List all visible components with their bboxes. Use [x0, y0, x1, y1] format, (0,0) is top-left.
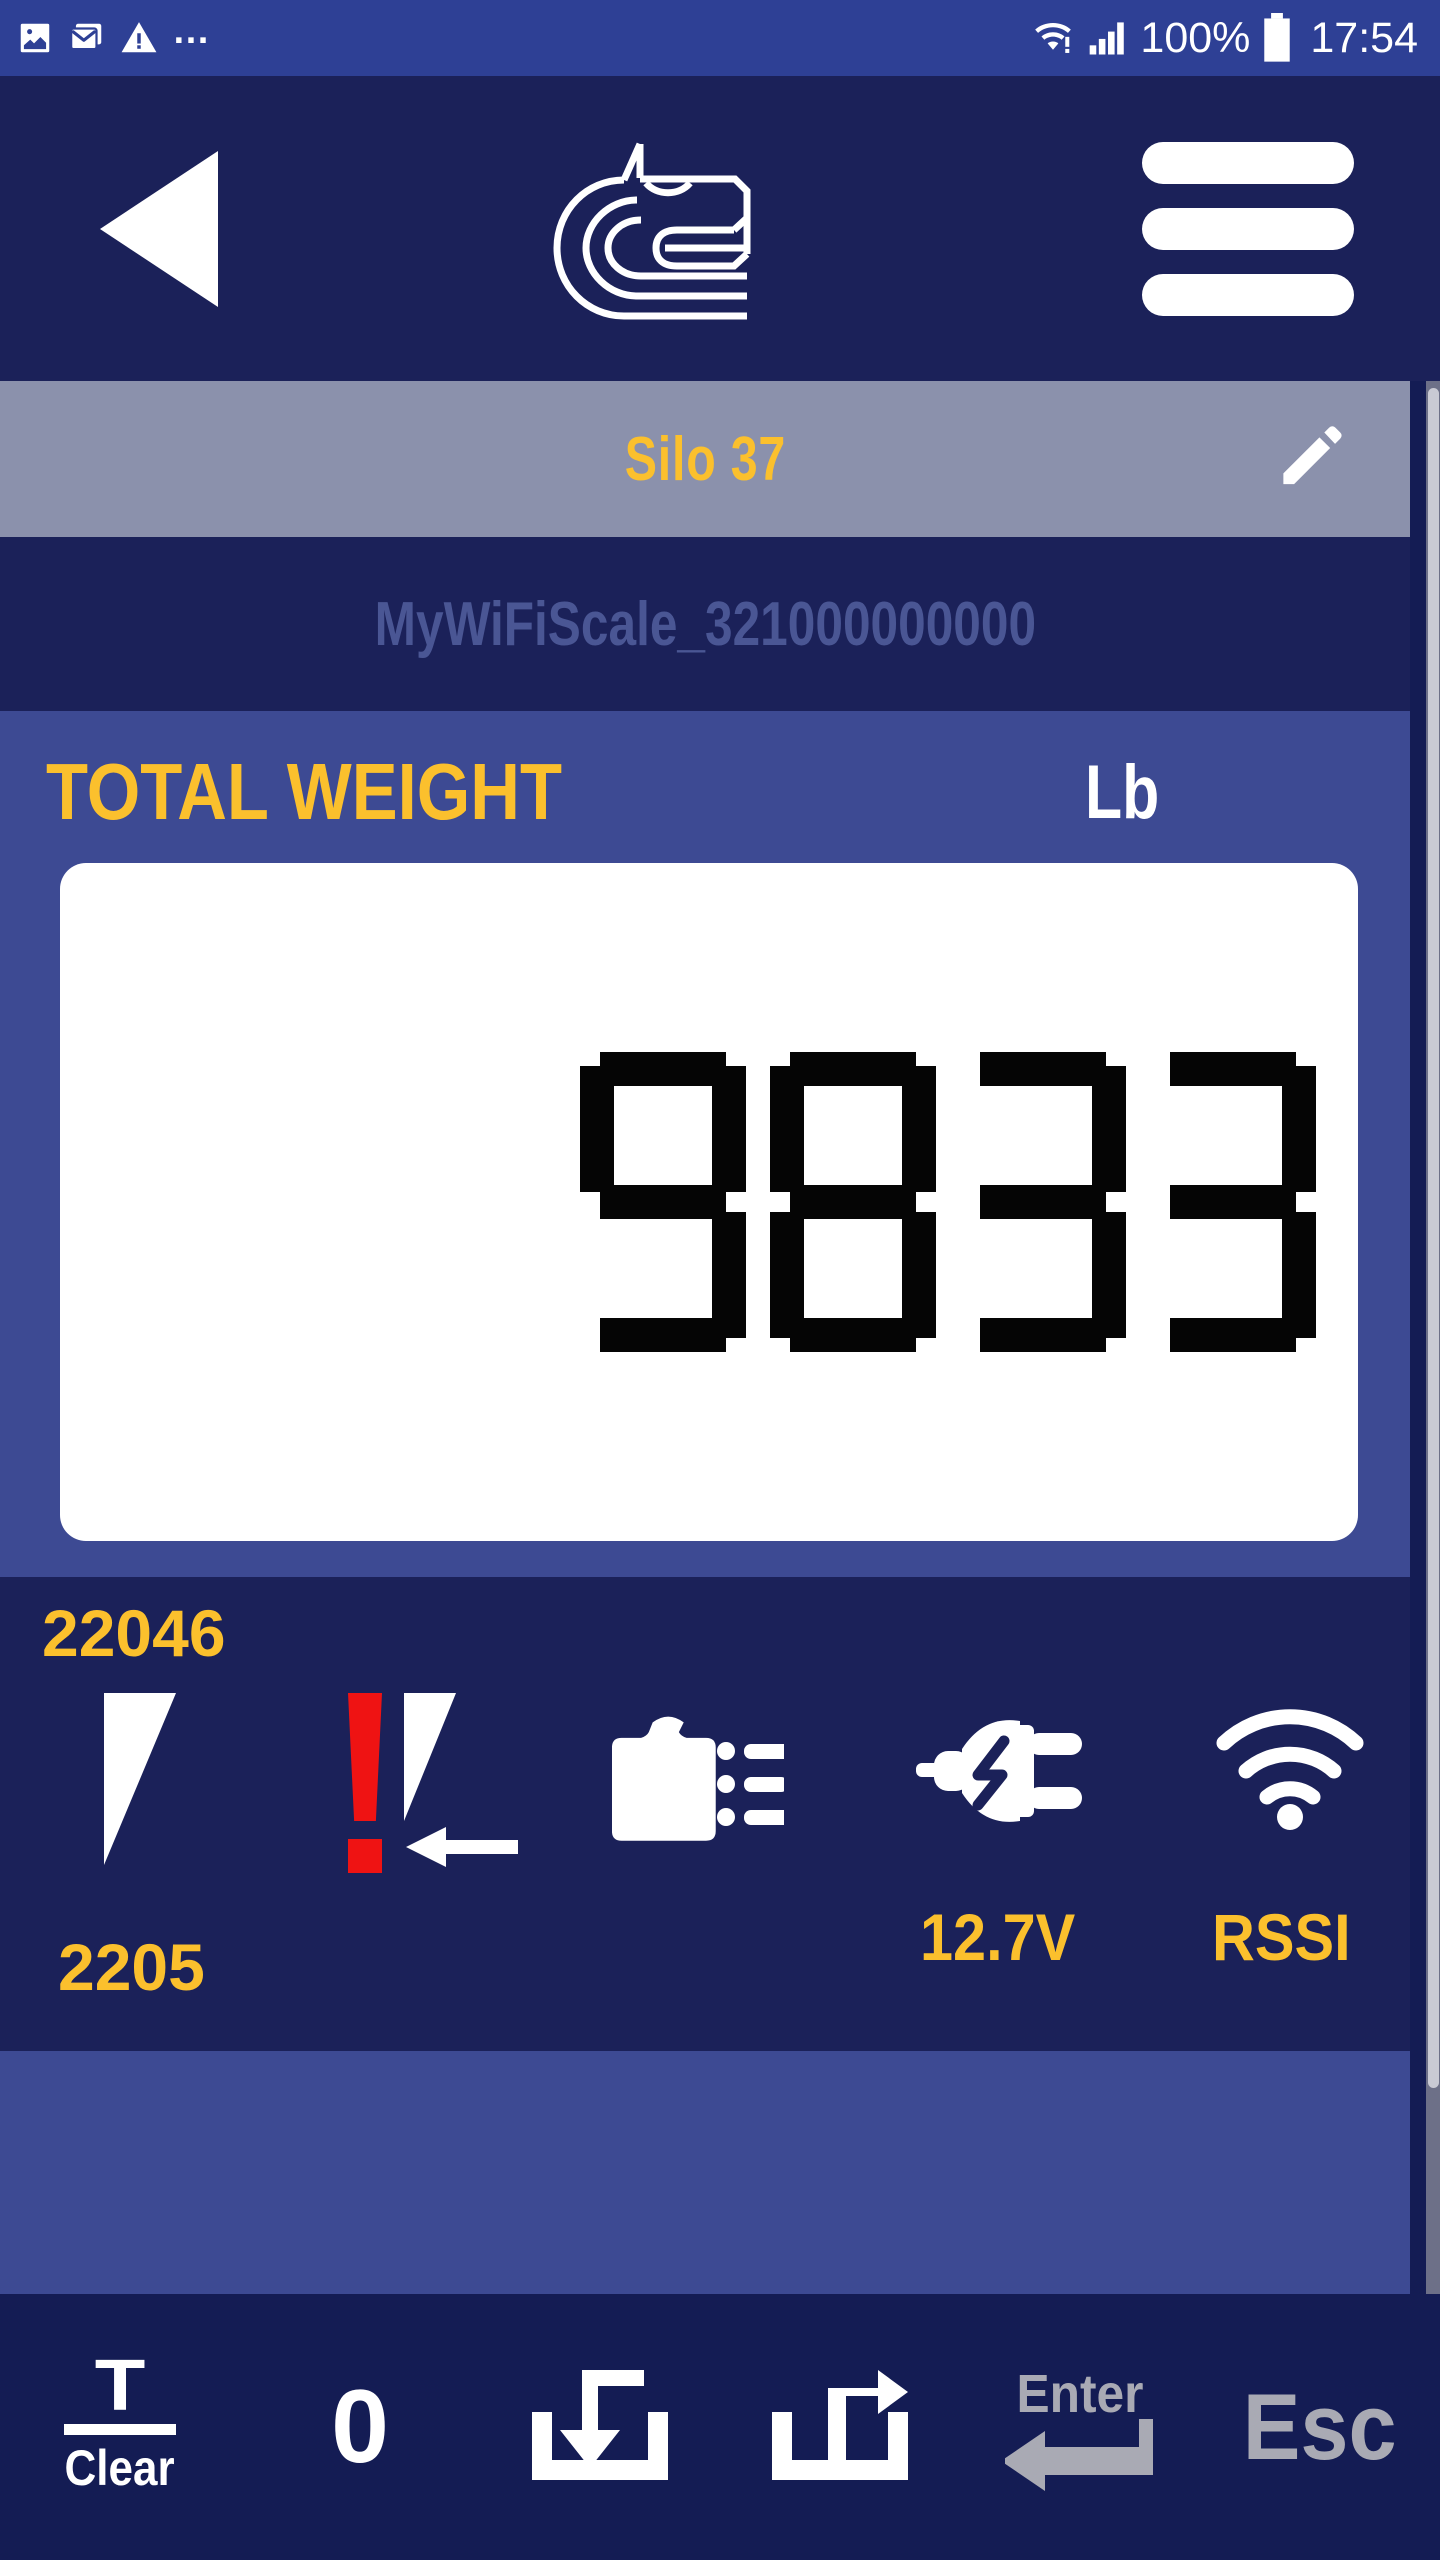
back-triangle-icon[interactable]	[100, 150, 218, 307]
export-out-of-box-icon	[772, 2370, 908, 2480]
status-icon-row: 22046 2205 12.7V RSSI	[0, 1577, 1410, 2051]
calibration-weight-list-icon[interactable]	[611, 1697, 798, 1852]
import-button[interactable]	[480, 2294, 720, 2560]
device-name-label: MyWiFiScale_321000000000	[374, 589, 1036, 659]
escape-button[interactable]: Esc	[1200, 2294, 1440, 2560]
pencil-edit-icon[interactable]	[1272, 418, 1350, 501]
tare-t-glyph: T	[94, 2345, 146, 2426]
enter-label: Enter	[1016, 2364, 1144, 2424]
lcd-digit-3	[1150, 1052, 1316, 1352]
weight-panel-header: TOTAL WEIGHT Lb	[0, 737, 1410, 847]
capacity-max-value: 22046	[42, 1596, 226, 1670]
hamburger-menu-icon[interactable]	[1142, 141, 1354, 316]
capacity-min-value: 2205	[58, 1930, 205, 2004]
system-status-bar: … 100% 17:54	[0, 0, 1440, 76]
wifi-signal-icon[interactable]	[1212, 1705, 1368, 1836]
battery-percent-label: 100%	[1140, 13, 1251, 62]
battery-voltage-label: 12.7V	[920, 1900, 1076, 1974]
cellular-signal-icon	[1090, 22, 1125, 55]
lcd-digit-2	[960, 1052, 1126, 1352]
alarm-wedge-shape	[404, 1693, 456, 1821]
wifi-exclamation-icon	[1035, 23, 1072, 53]
zero-button[interactable]: 0	[240, 2294, 480, 2560]
status-bar-system-icons: 100% 17:54	[1030, 13, 1418, 63]
status-overflow-dots: …	[172, 9, 212, 52]
app-header-bar	[0, 76, 1440, 381]
vertical-scrollbar-thumb[interactable]	[1428, 388, 1439, 2088]
power-plug-icon[interactable]	[916, 1709, 1094, 1838]
escape-label: Esc	[1243, 2374, 1397, 2479]
warning-icon	[121, 22, 157, 53]
lcd-digit-group	[580, 1052, 1316, 1352]
zero-glyph: 0	[331, 2369, 389, 2485]
bottom-toolbar: T Clear 0 Enter Esc	[0, 2294, 1440, 2560]
image-icon	[20, 23, 50, 53]
alarm-setpoint-icon[interactable]	[330, 1693, 550, 1873]
total-weight-panel: TOTAL WEIGHT Lb	[0, 711, 1410, 1577]
device-name-bar[interactable]: MyWiFiScale_321000000000	[0, 537, 1410, 711]
level-wedge-icon[interactable]	[104, 1693, 176, 1865]
import-into-box-icon	[532, 2370, 668, 2480]
clock-label: 17:54	[1310, 13, 1418, 62]
lcd-digit-1	[770, 1052, 936, 1352]
tare-clear-label: Clear	[64, 2440, 176, 2497]
weight-lcd-display	[60, 863, 1358, 1541]
alarm-exclamation-dot	[348, 1839, 382, 1873]
page-title: Silo 37	[624, 424, 786, 494]
weight-unit-label: Lb	[1085, 749, 1160, 835]
export-button[interactable]	[720, 2294, 960, 2560]
lcd-digit-0	[580, 1052, 746, 1352]
tare-clear-button[interactable]: T Clear	[0, 2294, 240, 2560]
rssi-label: RSSI	[1212, 1900, 1351, 1974]
enter-button[interactable]: Enter	[960, 2294, 1200, 2560]
email-icon	[70, 23, 102, 51]
silo-title-bar: Silo 37	[0, 381, 1410, 537]
app-root: … 100% 17:54 Silo 37 MyWiFiScale_3210000…	[0, 0, 1440, 2560]
battery-full-icon	[1264, 13, 1291, 62]
status-bar-notifications: …	[16, 9, 212, 57]
enter-return-arrow-icon	[1005, 2419, 1153, 2491]
alarm-exclamation-bar	[348, 1693, 382, 1821]
brand-animal-head-logo	[529, 124, 791, 334]
content-spacer	[0, 2051, 1410, 2294]
alarm-left-arrow-icon	[406, 1827, 518, 1867]
total-weight-label: TOTAL WEIGHT	[46, 747, 562, 836]
